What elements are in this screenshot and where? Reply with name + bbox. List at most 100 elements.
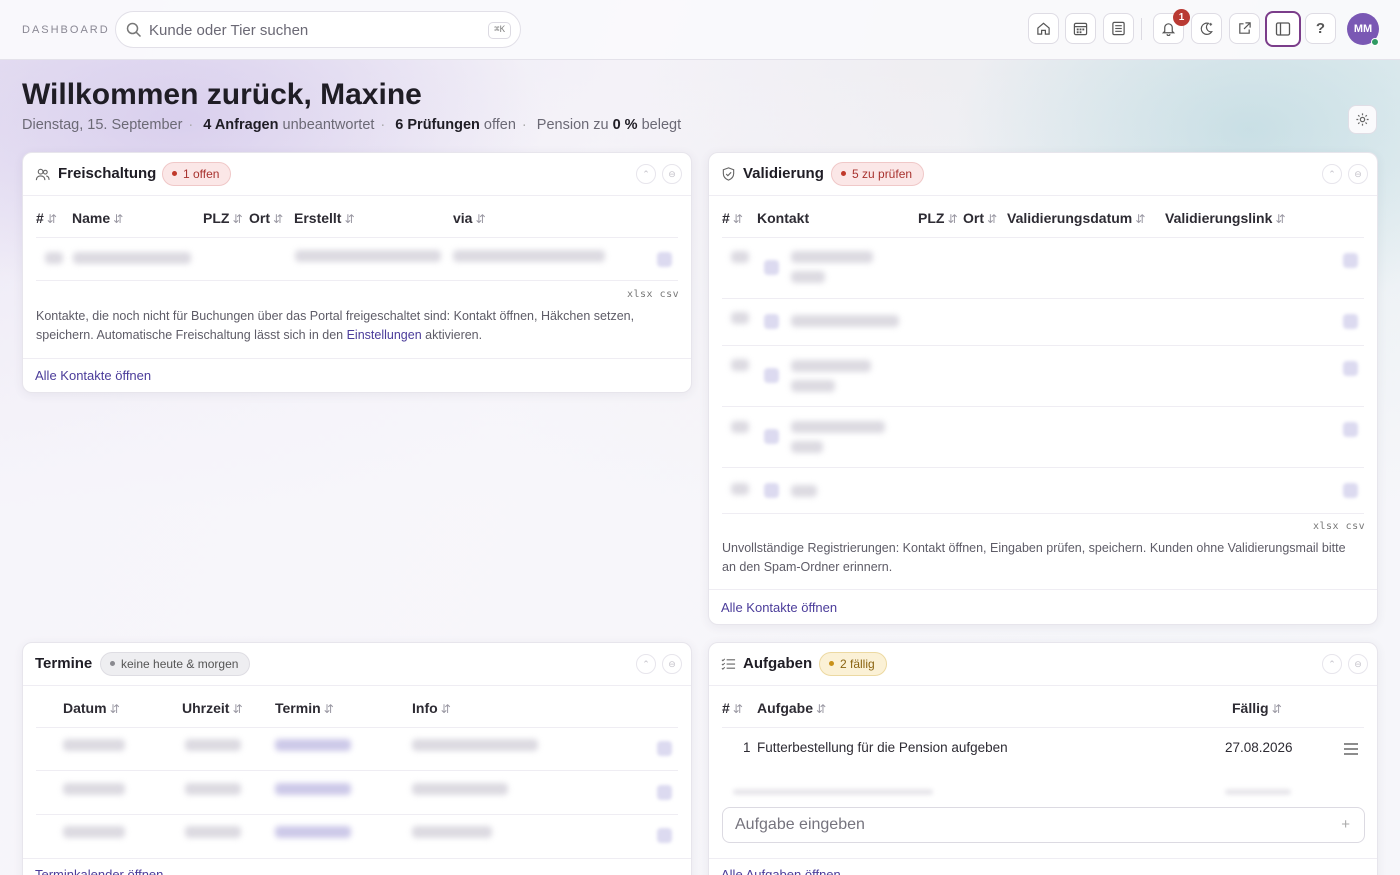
- column-header-kontakt[interactable]: Kontakt: [757, 210, 809, 226]
- column-header-ort[interactable]: Ort ⇵: [963, 210, 997, 226]
- bell-icon: [1161, 23, 1176, 36]
- column-header-via[interactable]: via ⇵: [453, 210, 486, 226]
- notification-badge: 1: [1173, 9, 1190, 26]
- all-contacts-link[interactable]: Alle Kontakte öffnen: [721, 600, 837, 615]
- column-header-faellig[interactable]: Fällig ⇵: [1232, 700, 1282, 716]
- shield-icon: [722, 167, 735, 181]
- all-contacts-link[interactable]: Alle Kontakte öffnen: [35, 368, 151, 383]
- column-header-ort[interactable]: Ort ⇵: [249, 210, 283, 226]
- list-button[interactable]: [1103, 13, 1134, 44]
- gear-icon: [1356, 113, 1369, 126]
- sidebar-icon: [1275, 22, 1291, 36]
- termine-card: Termine keine heute & morgen ⌃ ⊖ Datum ⇵ …: [22, 642, 692, 875]
- validierung-card: Validierung 5 zu prüfen ⌃ ⊖ # ⇵ Kontakt P…: [708, 152, 1378, 625]
- help-icon: ?: [1315, 20, 1326, 37]
- calendar-link[interactable]: Terminkalender öffnen: [35, 867, 163, 875]
- requests-count: 4 Anfragen: [203, 117, 279, 133]
- top-bar: DASHBOARD ⌘K 1 ? MM: [0, 0, 1400, 60]
- aufgaben-card: Aufgaben 2 fällig ⌃ ⊖ # ⇵ Aufgabe ⇵ Fällig…: [708, 642, 1378, 875]
- card-header: Freischaltung 1 offen ⌃ ⊖: [23, 153, 691, 196]
- export-csv-link[interactable]: csv: [660, 289, 680, 300]
- column-header-erstellt[interactable]: Erstellt ⇵: [294, 210, 355, 226]
- pension-value: 0 %: [612, 117, 638, 133]
- column-header-info[interactable]: Info ⇵: [412, 700, 451, 716]
- column-header-num[interactable]: # ⇵: [722, 700, 743, 716]
- settings-link[interactable]: Einstellungen: [347, 328, 422, 342]
- collapse-button[interactable]: ⌃: [1322, 654, 1342, 674]
- card-header: Termine keine heute & morgen ⌃ ⊖: [23, 643, 691, 686]
- summary-line: Dienstag, 15. September · 4 Anfragen unbe…: [22, 117, 682, 133]
- task-row-partial-date: [1225, 789, 1291, 795]
- column-header-plz[interactable]: PLZ ⇵: [203, 210, 243, 226]
- settings-button[interactable]: [1348, 105, 1377, 134]
- column-header-termin[interactable]: Termin ⇵: [275, 700, 334, 716]
- card-menu-button[interactable]: ⊖: [1348, 164, 1368, 184]
- pension-prefix: Pension zu: [536, 117, 609, 133]
- task-row-partial: [733, 789, 933, 795]
- column-header-num[interactable]: # ⇵: [36, 210, 57, 226]
- sidebar-toggle-button[interactable]: [1265, 11, 1301, 47]
- card-note: Kontakte, die noch nicht für Buchungen ü…: [36, 309, 635, 342]
- export-csv-link[interactable]: csv: [1346, 521, 1366, 532]
- column-header-validierungslink[interactable]: Validierungslink ⇵: [1165, 210, 1285, 226]
- status-badge: 5 zu prüfen: [831, 162, 925, 186]
- search-box[interactable]: ⌘K: [115, 11, 521, 48]
- add-task-icon[interactable]: +: [1341, 816, 1350, 833]
- dark-mode-button[interactable]: [1191, 13, 1222, 44]
- shortcut-hint: ⌘K: [488, 22, 511, 39]
- users-icon: [35, 168, 50, 181]
- home-button[interactable]: [1028, 13, 1059, 44]
- current-date: Dienstag, 15. September: [22, 117, 183, 133]
- card-title: Validierung: [743, 165, 824, 182]
- brand-label: DASHBOARD: [22, 24, 110, 36]
- card-header: Aufgaben 2 fällig ⌃ ⊖: [709, 643, 1377, 686]
- export-xlsx-link[interactable]: xlsx: [1313, 521, 1339, 532]
- search-icon: [126, 22, 142, 38]
- card-menu-button[interactable]: ⊖: [662, 654, 682, 674]
- task-text: Futterbestellung für die Pension aufgebe…: [757, 740, 1008, 755]
- collapse-button[interactable]: ⌃: [636, 654, 656, 674]
- collapse-button[interactable]: ⌃: [1322, 164, 1342, 184]
- calendar-button[interactable]: [1065, 13, 1096, 44]
- column-header-validierungsdatum[interactable]: Validierungsdatum ⇵: [1007, 210, 1145, 226]
- external-link-icon: [1239, 22, 1251, 34]
- checklist-icon: [721, 658, 736, 670]
- search-input[interactable]: [149, 18, 469, 42]
- card-header: Validierung 5 zu prüfen ⌃ ⊖: [709, 153, 1377, 196]
- column-header-num[interactable]: # ⇵: [722, 210, 743, 226]
- collapse-button[interactable]: ⌃: [636, 164, 656, 184]
- help-button[interactable]: ?: [1305, 13, 1336, 44]
- column-header-plz[interactable]: PLZ ⇵: [918, 210, 958, 226]
- card-title: Freischaltung: [58, 165, 157, 182]
- card-menu-button[interactable]: ⊖: [662, 164, 682, 184]
- checks-suffix: offen: [483, 117, 516, 133]
- page-title: Willkommen zurück, Maxine: [22, 78, 422, 111]
- external-link-button[interactable]: [1229, 13, 1260, 44]
- freischaltung-card: Freischaltung 1 offen ⌃ ⊖ # ⇵ Name ⇵ PLZ ⇵ …: [22, 152, 692, 393]
- card-menu-button[interactable]: ⊖: [1348, 654, 1368, 674]
- drag-handle-icon[interactable]: [1343, 742, 1359, 761]
- column-header-datum[interactable]: Datum ⇵: [63, 700, 120, 716]
- column-header-aufgabe[interactable]: Aufgabe ⇵: [757, 700, 826, 716]
- task-input-box[interactable]: +: [722, 807, 1365, 843]
- column-header-name[interactable]: Name ⇵: [72, 210, 123, 226]
- all-tasks-link[interactable]: Alle Aufgaben öffnen: [721, 867, 841, 875]
- pension-suffix: belegt: [641, 117, 682, 133]
- card-note: Unvollständige Registrierungen: Kontakt …: [722, 541, 1346, 574]
- task-due-date: 27.08.2026: [1225, 740, 1293, 755]
- requests-suffix: unbeantwortet: [282, 117, 375, 133]
- status-badge: 2 fällig: [819, 652, 887, 676]
- status-badge: 1 offen: [162, 162, 232, 186]
- card-title: Termine: [35, 655, 93, 672]
- checks-count: 6 Prüfungen: [395, 117, 480, 133]
- toolbar-divider: [1141, 18, 1142, 40]
- status-badge: keine heute & morgen: [100, 652, 251, 676]
- export-links: xlsx csv: [627, 289, 679, 300]
- card-title: Aufgaben: [743, 655, 813, 672]
- export-xlsx-link[interactable]: xlsx: [627, 289, 653, 300]
- home-icon: [1037, 22, 1050, 35]
- task-input[interactable]: [735, 814, 1325, 836]
- online-status-dot: [1371, 38, 1379, 46]
- task-number: 1: [743, 740, 751, 755]
- column-header-uhrzeit[interactable]: Uhrzeit ⇵: [182, 700, 243, 716]
